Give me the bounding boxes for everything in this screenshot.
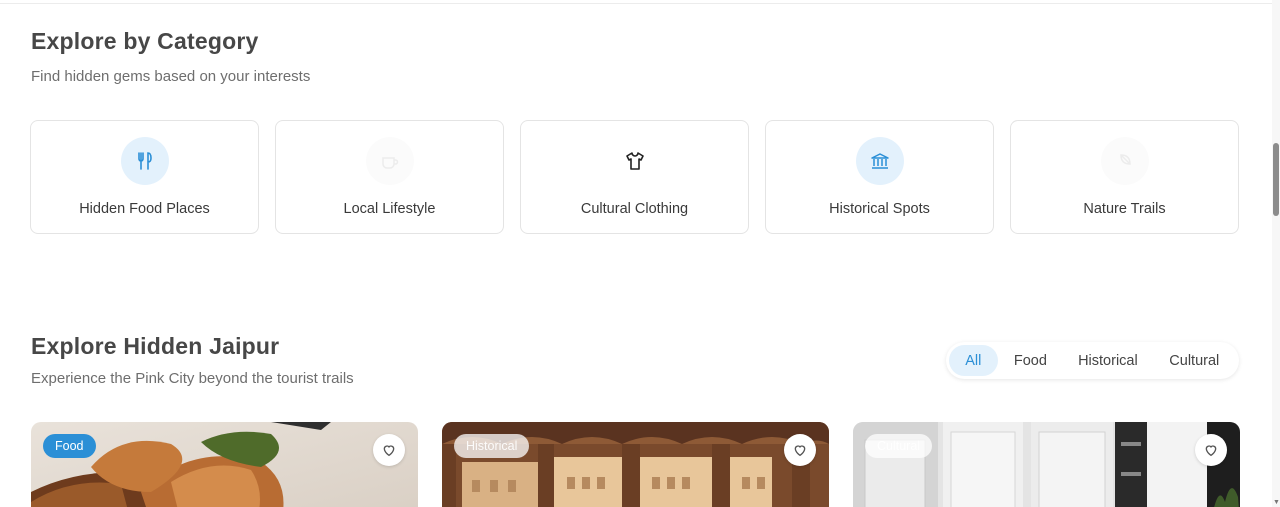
filter-cultural[interactable]: Cultural [1153,345,1236,376]
category-card-hidden-food-places[interactable]: Hidden Food Places [30,120,259,234]
category-label: Historical Spots [829,201,930,217]
category-label: Cultural Clothing [580,201,689,217]
category-label: Hidden Food Places [79,201,210,217]
category-list: Hidden Food Places Local Lifestyle Cultu… [30,120,1239,234]
favorite-button[interactable] [373,434,405,466]
heart-icon [383,445,395,457]
shirt-icon [611,137,659,185]
scrollbar-thumb[interactable] [1273,143,1279,216]
filter-tabs: All Food Historical Cultural [946,342,1239,379]
category-tag: Cultural [865,434,933,458]
filter-food[interactable]: Food [998,345,1064,376]
coffee-cup-icon [365,137,414,185]
category-tag: Food [43,434,96,458]
category-section-title: Explore by Category [31,28,259,54]
place-card[interactable]: Cultural [853,422,1240,507]
place-card-list: Food Historical Cultural [31,422,1240,507]
category-section-subtitle: Find hidden gems based on your interests [31,68,311,85]
scroll-down-arrow-icon[interactable]: ▼ [1273,499,1280,506]
leaf-icon [1100,137,1149,185]
category-card-cultural-clothing[interactable]: Cultural Clothing [520,120,749,234]
filter-historical[interactable]: Historical [1063,345,1152,376]
landmark-icon [855,137,904,185]
jaipur-section-title: Explore Hidden Jaipur [31,333,280,359]
heart-icon [1205,445,1217,457]
filter-all[interactable]: All [949,345,998,376]
category-tag: Historical [454,434,530,458]
favorite-button[interactable] [1195,434,1227,466]
place-card[interactable]: Food [31,422,418,507]
category-card-local-lifestyle[interactable]: Local Lifestyle [275,120,504,234]
page-scrollbar[interactable]: ▼ [1272,0,1280,507]
header-divider [0,3,1272,4]
category-label: Local Lifestyle [343,201,436,217]
favorite-button[interactable] [784,434,816,466]
place-card[interactable]: Historical [442,422,829,507]
category-card-historical-spots[interactable]: Historical Spots [765,120,994,234]
fork-knife-icon [120,137,169,185]
heart-icon [794,445,806,457]
category-label: Nature Trails [1083,201,1166,217]
category-card-nature-trails[interactable]: Nature Trails [1010,120,1239,234]
jaipur-section-subtitle: Experience the Pink City beyond the tour… [31,370,354,387]
